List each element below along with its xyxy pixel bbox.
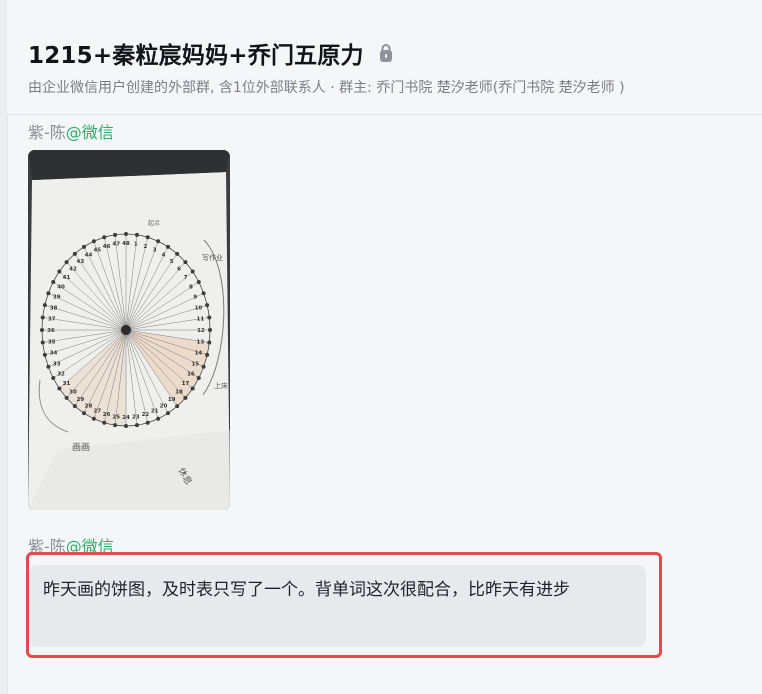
- chat-title[interactable]: 1215+秦粒宸妈妈+乔门五原力: [28, 36, 364, 70]
- label-bottom-left: 画画: [72, 442, 90, 453]
- wheel-number: 38: [50, 305, 58, 311]
- wheel-number: 8: [189, 285, 193, 291]
- wheel-number: 46: [103, 244, 111, 250]
- wheel-number: 7: [184, 275, 188, 281]
- wheel-number: 34: [50, 351, 58, 357]
- pie-chart-photo: 48 1 2345678910111213141516171819202122232…: [28, 150, 230, 510]
- wheel-number: 23: [132, 414, 140, 420]
- wheel-number: 30: [69, 390, 77, 396]
- wheel-number: 33: [53, 361, 61, 367]
- wheel-number: 1: [134, 242, 138, 248]
- chat-header: 1215+秦粒宸妈妈+乔门五原力 由企业微信用户创建的外部群, 含1位外部联系人…: [7, 0, 762, 115]
- wheel-number: 35: [48, 339, 56, 345]
- wheel-number: 39: [53, 295, 61, 301]
- wheel-number: 17: [182, 381, 190, 387]
- label-right: 写作业: [202, 253, 223, 262]
- wheel-number: 2: [143, 244, 147, 250]
- wheel-number: 4: [162, 253, 166, 259]
- wheel-number: 41: [63, 275, 71, 281]
- chat-subtitle: 由企业微信用户创建的外部群, 含1位外部联系人 · 群主: 乔门书院 楚汐老师(…: [28, 80, 625, 96]
- sender-name[interactable]: 紫-陈: [28, 123, 66, 142]
- wheel-number: 10: [195, 305, 203, 311]
- wheel-number: 26: [103, 412, 111, 418]
- wheel-number: 37: [48, 317, 56, 323]
- wheel-number: 14: [195, 351, 203, 357]
- wheel-number: 13: [197, 339, 205, 345]
- wheel-number: 47: [112, 242, 120, 248]
- wheel-number: 36: [47, 328, 55, 334]
- wheel-number: 6: [177, 266, 181, 272]
- label-right-2: 上床: [214, 381, 228, 390]
- title-row: 1215+秦粒宸妈妈+乔门五原力: [28, 36, 394, 70]
- wheel-number: 27: [93, 408, 101, 414]
- wheel-number: 25: [112, 414, 120, 420]
- wheel-number: 5: [170, 259, 174, 265]
- wheel-number: 40: [57, 285, 65, 291]
- text-message-bubble[interactable]: 昨天画的饼图，及时表只写了一个。背单词这次很配合，比昨天有进步: [29, 565, 646, 647]
- lock-icon: [378, 43, 394, 63]
- wheel-number: 24: [122, 415, 130, 421]
- wheel-number: 43: [77, 259, 85, 265]
- wheel-number: 22: [142, 412, 150, 418]
- wheel-number: 15: [191, 361, 199, 367]
- wheel-number: 44: [85, 253, 93, 259]
- wheel-number: 42: [69, 266, 77, 272]
- wheel-number: 18: [175, 390, 183, 396]
- wheel-number: 21: [151, 408, 159, 414]
- wheel-number: 16: [187, 372, 195, 378]
- sender-source: @微信: [65, 123, 114, 142]
- wheel-number: 32: [57, 372, 65, 378]
- wheel-number: 12: [197, 328, 205, 334]
- wheel-hub: [121, 325, 131, 335]
- wheel-number: 20: [160, 403, 168, 409]
- wheel-group: 48 1 2345678910111213141516171819202122232…: [40, 232, 212, 428]
- wheel-number: 9: [193, 295, 197, 301]
- wheel-number: 3: [153, 248, 157, 254]
- wheel-number: 45: [93, 248, 101, 254]
- wheel-number: 31: [63, 381, 71, 387]
- message-sender[interactable]: 紫-陈@微信: [28, 119, 114, 143]
- label-top: 起点: [148, 219, 160, 227]
- wheel-number: 11: [197, 317, 205, 323]
- image-message[interactable]: 48 1 2 3 4 5 6 7 8 9 10 11 12 13 14 15 16 17 18 19 20 21 22 23 2…: [28, 150, 230, 510]
- wheel-number: 19: [168, 397, 176, 403]
- wheel-number: 48: [122, 241, 130, 247]
- wheel-number: 29: [77, 397, 85, 403]
- wheel-number: 28: [85, 403, 93, 409]
